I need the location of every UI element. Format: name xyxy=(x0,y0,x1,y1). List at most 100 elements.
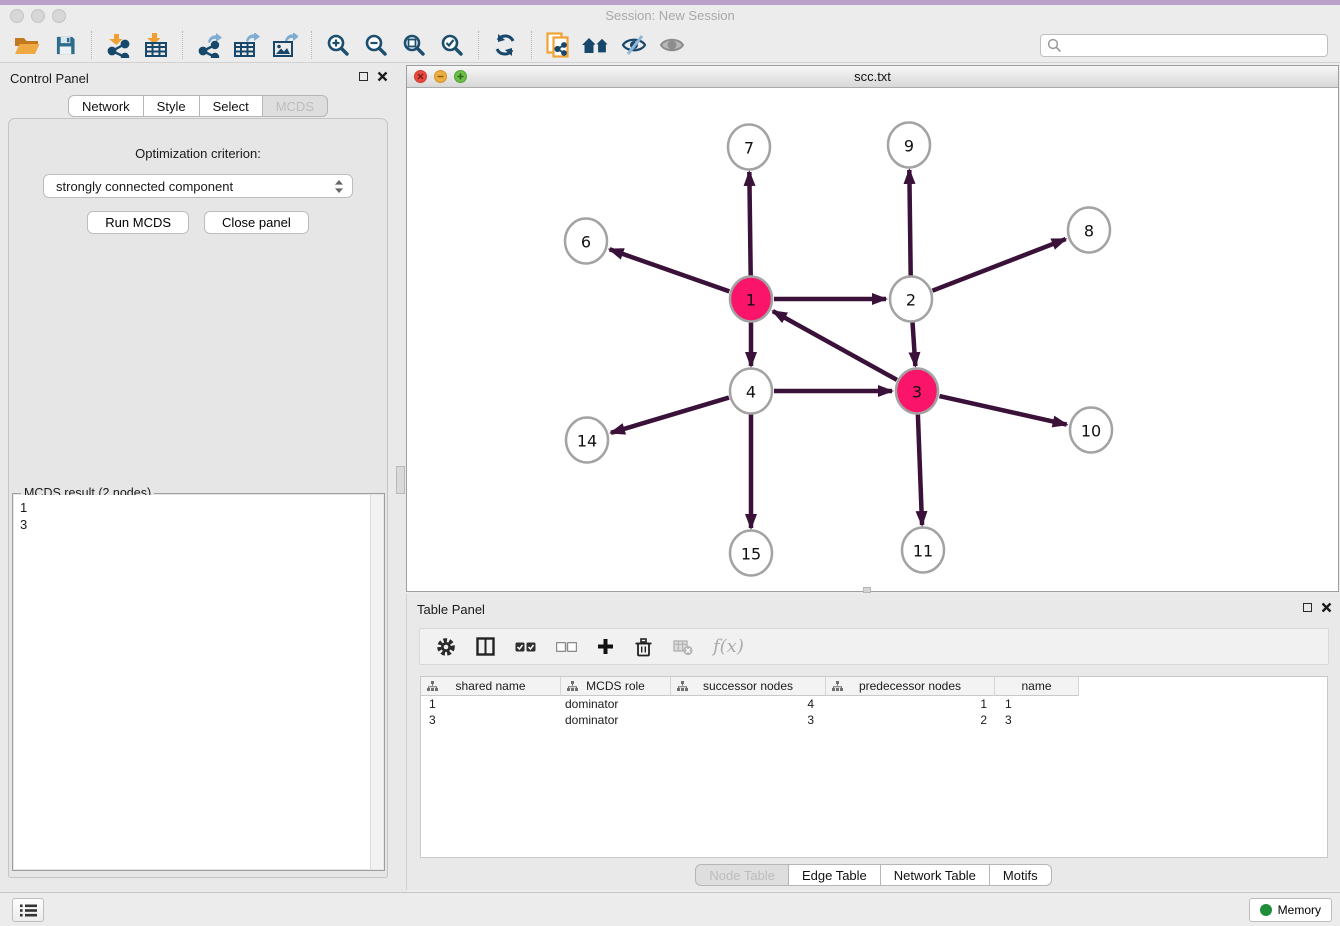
search-icon xyxy=(1047,38,1062,53)
zoom-out-button[interactable] xyxy=(357,30,395,61)
float-panel-icon[interactable] xyxy=(359,72,368,81)
toggle-details-icon xyxy=(621,33,647,57)
columns-button[interactable] xyxy=(476,637,495,656)
column-label: successor nodes xyxy=(703,679,793,693)
save-session-icon xyxy=(55,35,76,56)
show-hide-panel-button[interactable] xyxy=(653,30,691,61)
node-table[interactable]: shared nameMCDS role successor nodes prede… xyxy=(420,676,1328,858)
tab-mcds[interactable]: MCDS xyxy=(263,95,328,117)
table-panel-tabs: Node TableEdge TableNetwork TableMotifs xyxy=(407,864,1340,886)
column-header-predecessor-nodes[interactable]: predecessor nodes xyxy=(826,677,995,696)
refresh-layout-icon xyxy=(493,33,517,57)
float-panel-icon[interactable] xyxy=(1303,603,1312,612)
network-graph[interactable]: 1234678910111415 xyxy=(407,88,1338,591)
table-panel: Table Panel f(x) shared nameMCDS rolesuc… xyxy=(406,594,1340,890)
open-file-button[interactable] xyxy=(8,30,46,61)
graph-edge-2-3[interactable] xyxy=(912,322,915,366)
export-table-button[interactable] xyxy=(228,30,266,61)
import-table-icon xyxy=(144,33,168,58)
result-line: 3 xyxy=(20,516,377,533)
result-line: 1 xyxy=(20,499,377,516)
graph-edge-2-9[interactable] xyxy=(909,170,910,276)
tab-edge-table[interactable]: Edge Table xyxy=(789,864,881,886)
tab-motifs[interactable]: Motifs xyxy=(990,864,1052,886)
graph-node-label: 1 xyxy=(746,291,756,310)
window-resize-grip[interactable] xyxy=(863,587,871,593)
column-header-shared-name[interactable]: shared name xyxy=(421,677,561,696)
add-button[interactable] xyxy=(597,638,614,655)
deselect-all-button[interactable] xyxy=(556,642,577,652)
function-builder-icon[interactable]: f(x) xyxy=(713,636,744,657)
task-history-button[interactable] xyxy=(12,898,44,922)
toggle-details-button[interactable] xyxy=(615,30,653,61)
zoom-fit-button[interactable] xyxy=(395,30,433,61)
gear-button[interactable] xyxy=(436,637,456,657)
table-row[interactable]: 3dominator323 xyxy=(421,712,1327,728)
graph-edge-3-1[interactable] xyxy=(773,311,897,380)
open-file-icon xyxy=(14,35,40,56)
result-scrollbar[interactable] xyxy=(370,495,383,869)
export-network-button[interactable] xyxy=(190,30,228,61)
clone-network-button[interactable] xyxy=(539,30,577,61)
graph-node-label: 9 xyxy=(904,137,914,156)
import-table-button[interactable] xyxy=(137,30,175,61)
column-header-successor-nodes[interactable]: successor nodes xyxy=(671,677,826,696)
toolbar-separator xyxy=(531,31,532,59)
optimization-criterion-select[interactable]: strongly connected component xyxy=(43,174,353,198)
vertical-splitter[interactable] xyxy=(396,63,406,892)
task-list-icon xyxy=(19,903,38,918)
delete-table-button[interactable] xyxy=(673,638,693,656)
graph-edge-1-7[interactable] xyxy=(749,172,750,276)
home-view-button[interactable] xyxy=(577,30,615,61)
control-panel: Control Panel NetworkStyleSelectMCDS Opt… xyxy=(0,63,396,892)
table-body: 1dominator4113dominator323 xyxy=(421,696,1327,728)
gear-icon xyxy=(436,637,456,657)
tab-network-table[interactable]: Network Table xyxy=(881,864,990,886)
tab-select[interactable]: Select xyxy=(200,95,263,117)
mcds-result-lines: 13 xyxy=(14,495,383,537)
network-canvas[interactable]: 1234678910111415 xyxy=(407,88,1338,591)
graph-node-label: 6 xyxy=(581,233,591,252)
graph-edge-3-10[interactable] xyxy=(939,396,1066,425)
import-network-button[interactable] xyxy=(99,30,137,61)
column-label: predecessor nodes xyxy=(859,679,961,693)
memory-label: Memory xyxy=(1278,903,1321,917)
mcds-result-group: MCDS result (2 nodes) 13 xyxy=(12,493,385,871)
export-image-button[interactable] xyxy=(266,30,304,61)
mcds-result-textarea[interactable]: 13 xyxy=(14,495,383,869)
search-box[interactable] xyxy=(1040,34,1328,57)
tab-network[interactable]: Network xyxy=(68,95,144,117)
search-input[interactable] xyxy=(1062,36,1327,55)
zoom-in-button[interactable] xyxy=(319,30,357,61)
graph-node-label: 8 xyxy=(1084,222,1094,241)
tab-node-table[interactable]: Node Table xyxy=(695,864,789,886)
memory-button[interactable]: Memory xyxy=(1249,898,1332,922)
graph-edge-4-14[interactable] xyxy=(611,398,729,433)
table-cell: 2 xyxy=(826,712,995,728)
control-panel-title: Control Panel xyxy=(10,71,89,86)
select-all-icon xyxy=(515,642,536,652)
graph-edge-1-6[interactable] xyxy=(610,249,730,291)
zoom-fit-icon xyxy=(402,33,426,57)
import-network-icon xyxy=(105,33,131,58)
save-session-button[interactable] xyxy=(46,30,84,61)
tab-style[interactable]: Style xyxy=(144,95,200,117)
table-cell: 4 xyxy=(671,696,826,712)
column-header-name[interactable]: name xyxy=(995,677,1079,696)
graph-node-label: 10 xyxy=(1081,422,1101,441)
column-header-MCDS-role[interactable]: MCDS role xyxy=(561,677,671,696)
close-panel-button[interactable]: Close panel xyxy=(204,211,309,234)
splitter-grip[interactable] xyxy=(396,466,405,494)
table-row[interactable]: 1dominator411 xyxy=(421,696,1327,712)
graph-edge-2-8[interactable] xyxy=(932,239,1065,291)
select-all-button[interactable] xyxy=(515,642,536,652)
graph-node-label: 7 xyxy=(744,139,754,158)
close-panel-icon[interactable] xyxy=(377,71,388,82)
run-mcds-button[interactable]: Run MCDS xyxy=(87,211,189,234)
zoom-selected-icon xyxy=(440,33,464,57)
close-panel-icon[interactable] xyxy=(1321,602,1332,613)
delete-button[interactable] xyxy=(634,637,653,657)
zoom-selected-button[interactable] xyxy=(433,30,471,61)
graph-edge-3-11[interactable] xyxy=(918,414,922,525)
refresh-layout-button[interactable] xyxy=(486,30,524,61)
